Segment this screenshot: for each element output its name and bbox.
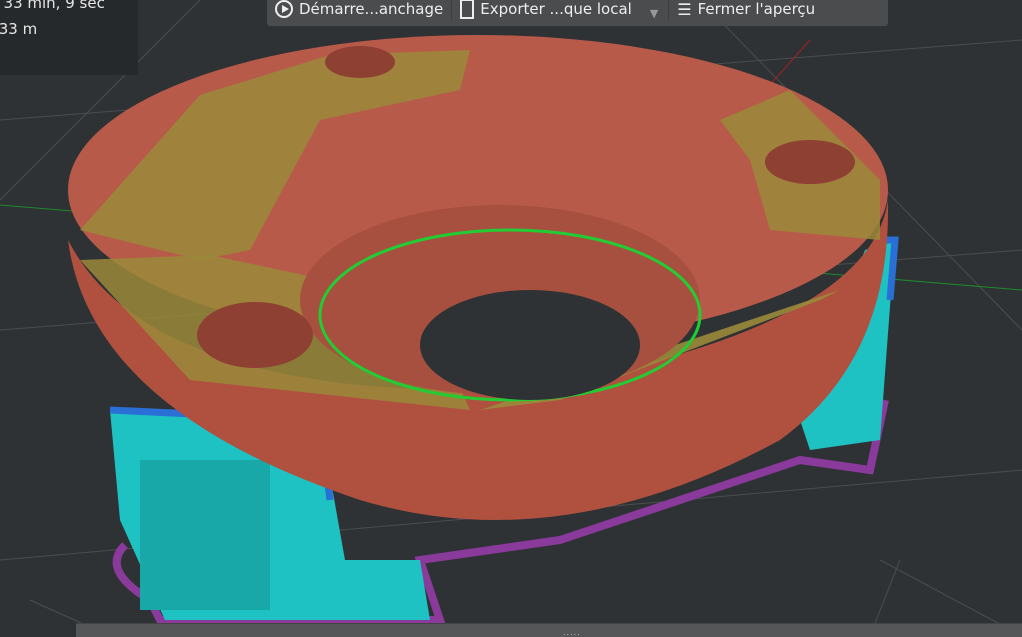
preview-toolbar: Démarre...anchage Exporter ...que local … (267, 0, 888, 26)
filament-length: .33 m (0, 20, 38, 38)
3d-preview-canvas[interactable] (0, 0, 1022, 636)
export-dropdown-chevron-down-icon[interactable]: ▼ (640, 7, 668, 20)
play-icon (275, 0, 293, 18)
close-preview-button[interactable]: ☰ Fermer l'aperçu (669, 0, 823, 20)
print-info-panel: , 33 min, 9 sec .33 m (0, 0, 138, 75)
export-gcode-button[interactable]: Exporter ...que local (452, 0, 640, 20)
start-slicing-button[interactable]: Démarre...anchage (267, 0, 451, 20)
start-slicing-label: Démarre...anchage (299, 0, 444, 18)
close-preview-label: Fermer l'aperçu (697, 0, 816, 18)
export-label: Exporter ...que local (480, 0, 632, 18)
export-file-icon (460, 0, 475, 19)
layers-icon: ☰ (677, 0, 692, 19)
estimated-print-time: , 33 min, 9 sec (0, 0, 105, 12)
layer-slider-bar[interactable]: ..... (76, 623, 1022, 637)
